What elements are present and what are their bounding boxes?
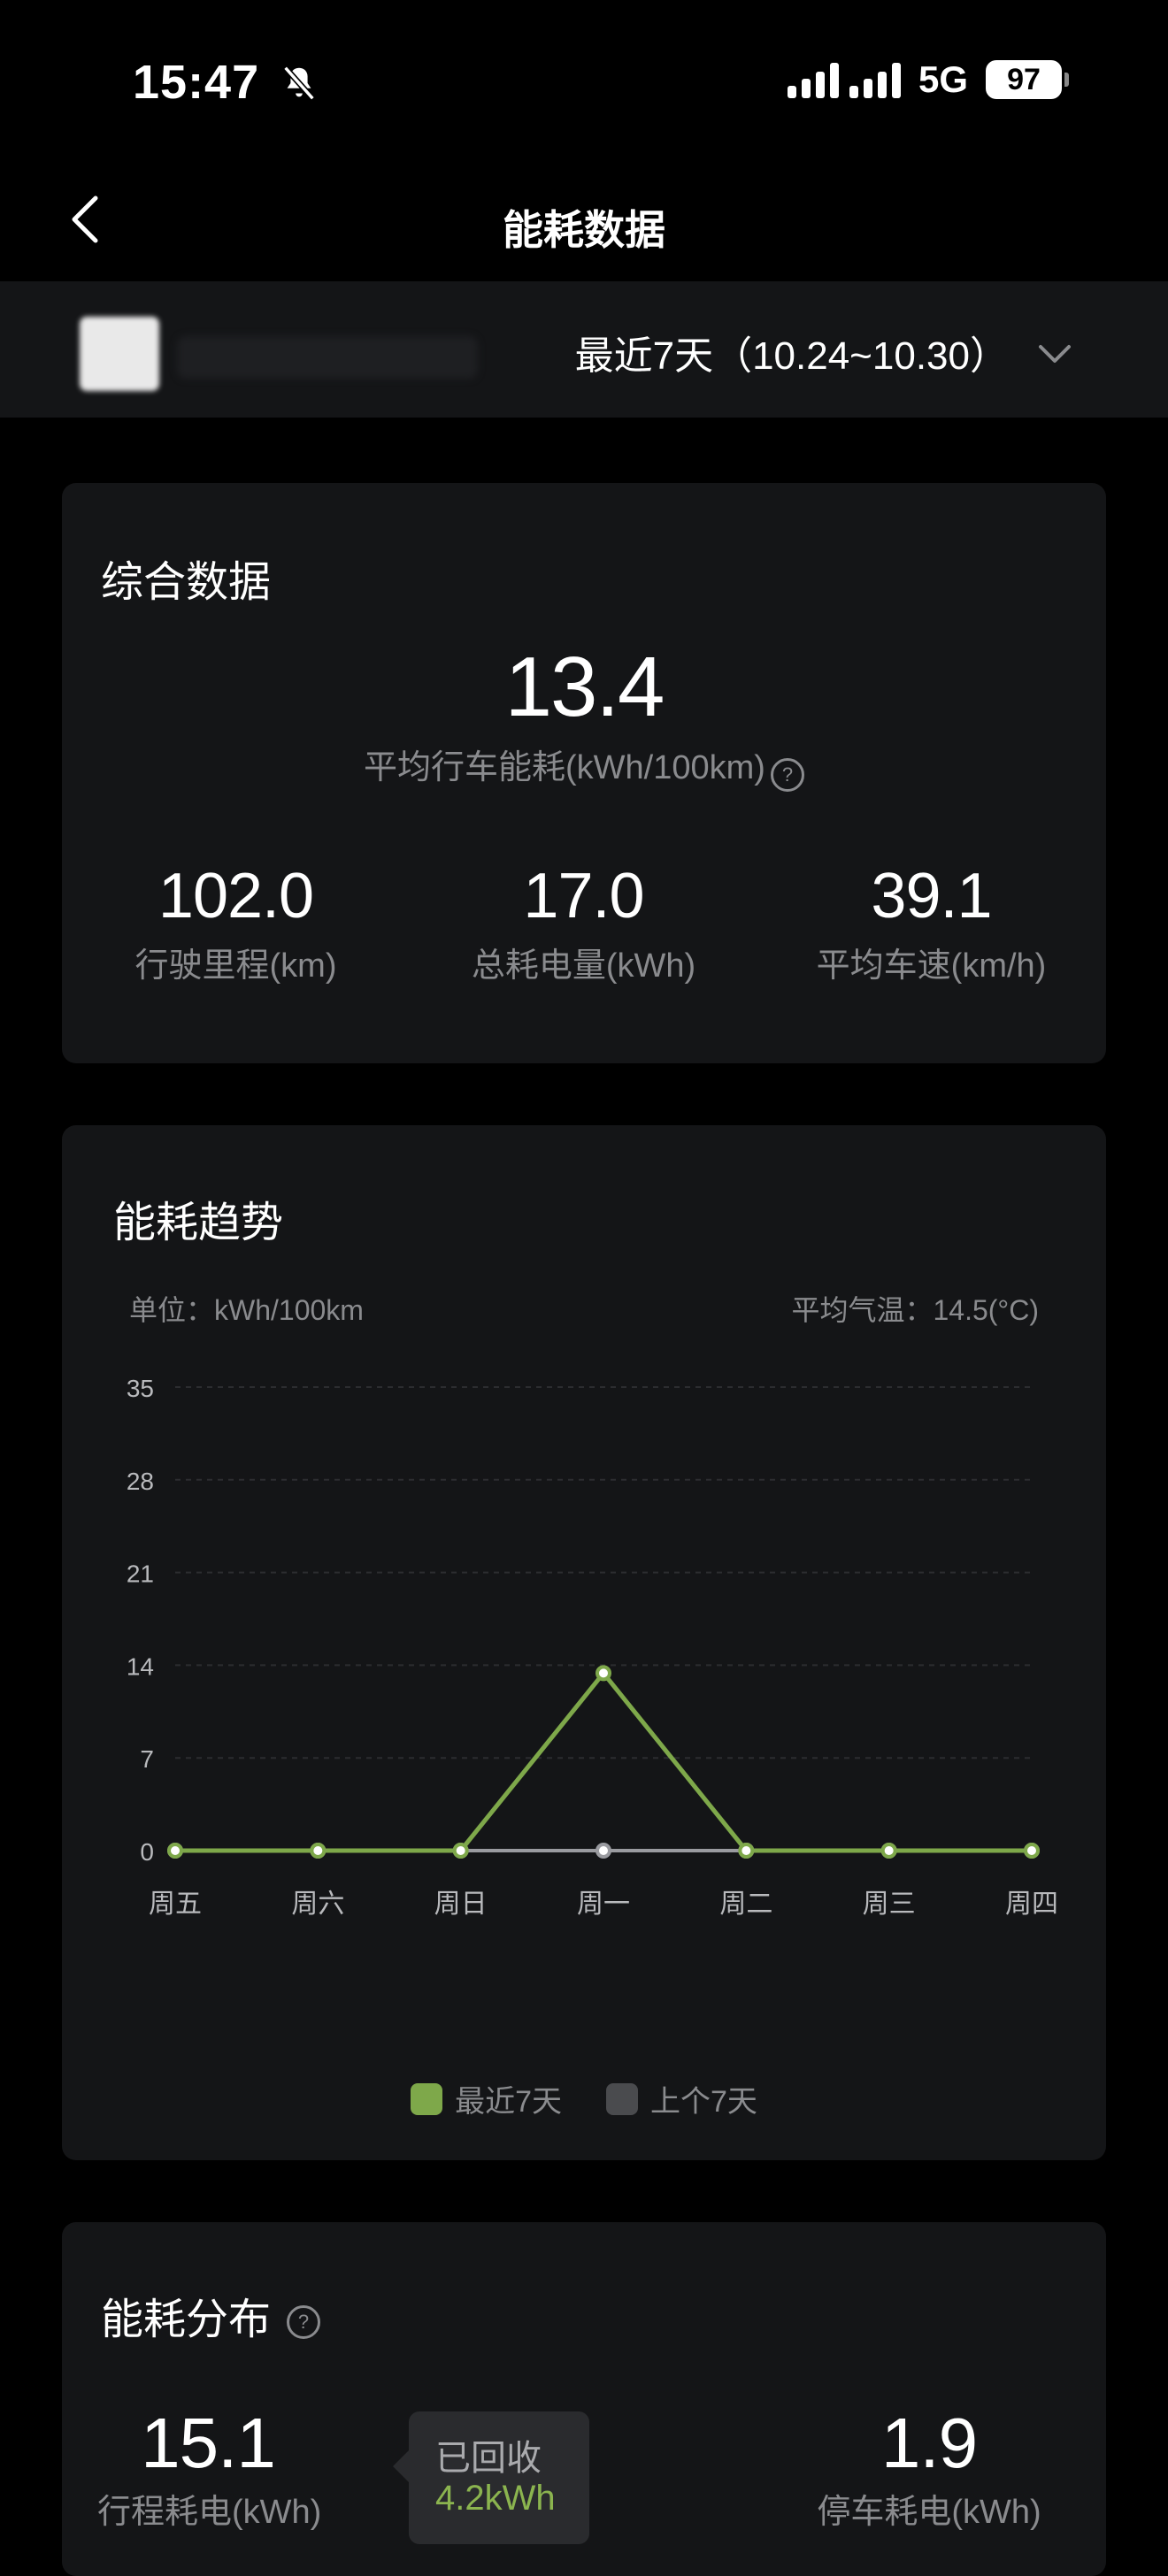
summary-title: 综合数据 <box>101 559 272 606</box>
metric-avg-speed: 39.1 平均车速(km/h) <box>757 860 1105 986</box>
status-time-text: 15:47 <box>133 56 260 109</box>
data-point <box>1024 1843 1040 1859</box>
parking-consumption: 1.9 停车耗电(kWh) <box>805 2403 1053 2533</box>
avg-consumption-value: 13.4 <box>504 640 665 734</box>
total-energy-label: 总耗电量(kWh) <box>471 947 696 985</box>
trend-legend: 最近7天 上个7天 <box>62 2077 1106 2120</box>
status-indicators: 5G 97 <box>787 58 1069 101</box>
mileage-label: 行驶里程(km) <box>134 947 337 985</box>
recovered-tooltip: 已回收 4.2kWh <box>393 2411 589 2544</box>
distribution-title-row: 能耗分布? <box>101 2284 321 2346</box>
battery-level: 97 <box>1007 62 1041 96</box>
legend-label-recent: 最近7天 <box>455 2085 562 2119</box>
distribution-title: 能耗分布 <box>101 2296 272 2343</box>
vehicle-thumbnail <box>80 317 159 391</box>
y-tick-label: 28 <box>127 1468 154 1495</box>
metric-mileage: 102.0 行驶里程(km) <box>62 860 410 986</box>
avg-speed-label: 平均车速(km/h) <box>816 947 1047 985</box>
data-point <box>880 1843 897 1859</box>
data-point <box>596 1843 611 1859</box>
summary-card: 综合数据 13.4 平均行车能耗(kWh/100km)? 102.0 行驶里程(… <box>62 483 1106 1063</box>
y-tick-label: 0 <box>140 1838 154 1866</box>
parking-consumption-label: 停车耗电(kWh) <box>817 2494 1041 2531</box>
y-tick-label: 14 <box>127 1652 154 1680</box>
legend-swatch-recent <box>411 2082 443 2115</box>
legend-item-recent[interactable]: 最近7天 <box>411 2077 562 2120</box>
metric-total-energy: 17.0 总耗电量(kWh) <box>410 860 757 986</box>
data-point <box>452 1843 469 1859</box>
bell-muted-icon <box>283 65 315 101</box>
battery-icon: 97 <box>986 60 1069 99</box>
recovered-value: 4.2kWh <box>435 2479 556 2518</box>
distribution-help-icon[interactable]: ? <box>287 2305 321 2340</box>
x-tick-label: 周日 <box>434 1890 488 1919</box>
vehicle-name-redacted <box>177 336 478 379</box>
y-tick-label: 35 <box>127 1375 154 1402</box>
data-point <box>310 1843 327 1859</box>
x-tick-label: 周五 <box>149 1890 202 1919</box>
x-tick-label: 周四 <box>1005 1890 1058 1919</box>
total-energy-value: 17.0 <box>523 861 644 932</box>
series-line <box>173 1670 1034 1853</box>
distribution-card: 能耗分布? 15.1 行程耗电(kWh) 已回收 4.2kWh 1.9 停车耗电… <box>62 2222 1106 2576</box>
trend-card: 能耗趋势 单位：kWh/100km 平均气温：14.5(°C) 0 7 14 21 28… <box>62 1125 1106 2160</box>
avg-consumption-label: 平均行车能耗(kWh/100km) <box>364 749 765 786</box>
trend-temp-label: 平均气温：14.5(°C) <box>791 1294 1039 1326</box>
x-tick-label: 周三 <box>863 1890 916 1919</box>
page-title: 能耗数据 <box>503 207 665 253</box>
status-time: 15:47 <box>133 55 319 110</box>
data-point <box>167 1843 183 1859</box>
date-range-dropdown[interactable] <box>1034 333 1076 375</box>
mileage-value: 102.0 <box>158 861 314 932</box>
data-point <box>738 1843 755 1859</box>
date-range-selector[interactable]: 最近7天（10.24~10.30） <box>575 324 1009 380</box>
x-tick-label: 周一 <box>577 1890 630 1919</box>
chevron-down-icon <box>1039 345 1071 363</box>
legend-item-previous[interactable]: 上个7天 <box>606 2077 757 2120</box>
data-point <box>596 1665 611 1682</box>
legend-swatch-previous <box>606 2082 638 2115</box>
avg-consumption-row: 平均行车能耗(kWh/100km)? <box>62 740 1106 792</box>
y-tick-label: 7 <box>140 1745 154 1773</box>
help-icon[interactable]: ? <box>770 757 804 792</box>
trend-title: 能耗趋势 <box>113 1200 284 1246</box>
parking-consumption-value: 1.9 <box>880 2404 978 2482</box>
y-tick-label: 21 <box>127 1560 154 1588</box>
avg-speed-value: 39.1 <box>871 861 992 932</box>
x-tick-label: 周二 <box>719 1890 772 1919</box>
trend-unit-label: 单位：kWh/100km <box>129 1294 364 1326</box>
network-type: 5G <box>918 58 968 100</box>
legend-label-previous: 上个7天 <box>650 2085 757 2119</box>
trip-consumption-label: 行程耗电(kWh) <box>97 2494 322 2531</box>
trip-consumption: 15.1 行程耗电(kWh) <box>97 2403 322 2533</box>
cellular-signal-icon <box>787 61 901 98</box>
x-tick-label: 周六 <box>291 1890 344 1919</box>
recovered-title: 已回收 <box>435 2439 542 2478</box>
trend-line-chart: 0 7 14 21 28 35 周五 周六 周日 周一 周二 周三 周四 <box>127 1375 1058 1919</box>
trip-consumption-value: 15.1 <box>141 2404 276 2482</box>
